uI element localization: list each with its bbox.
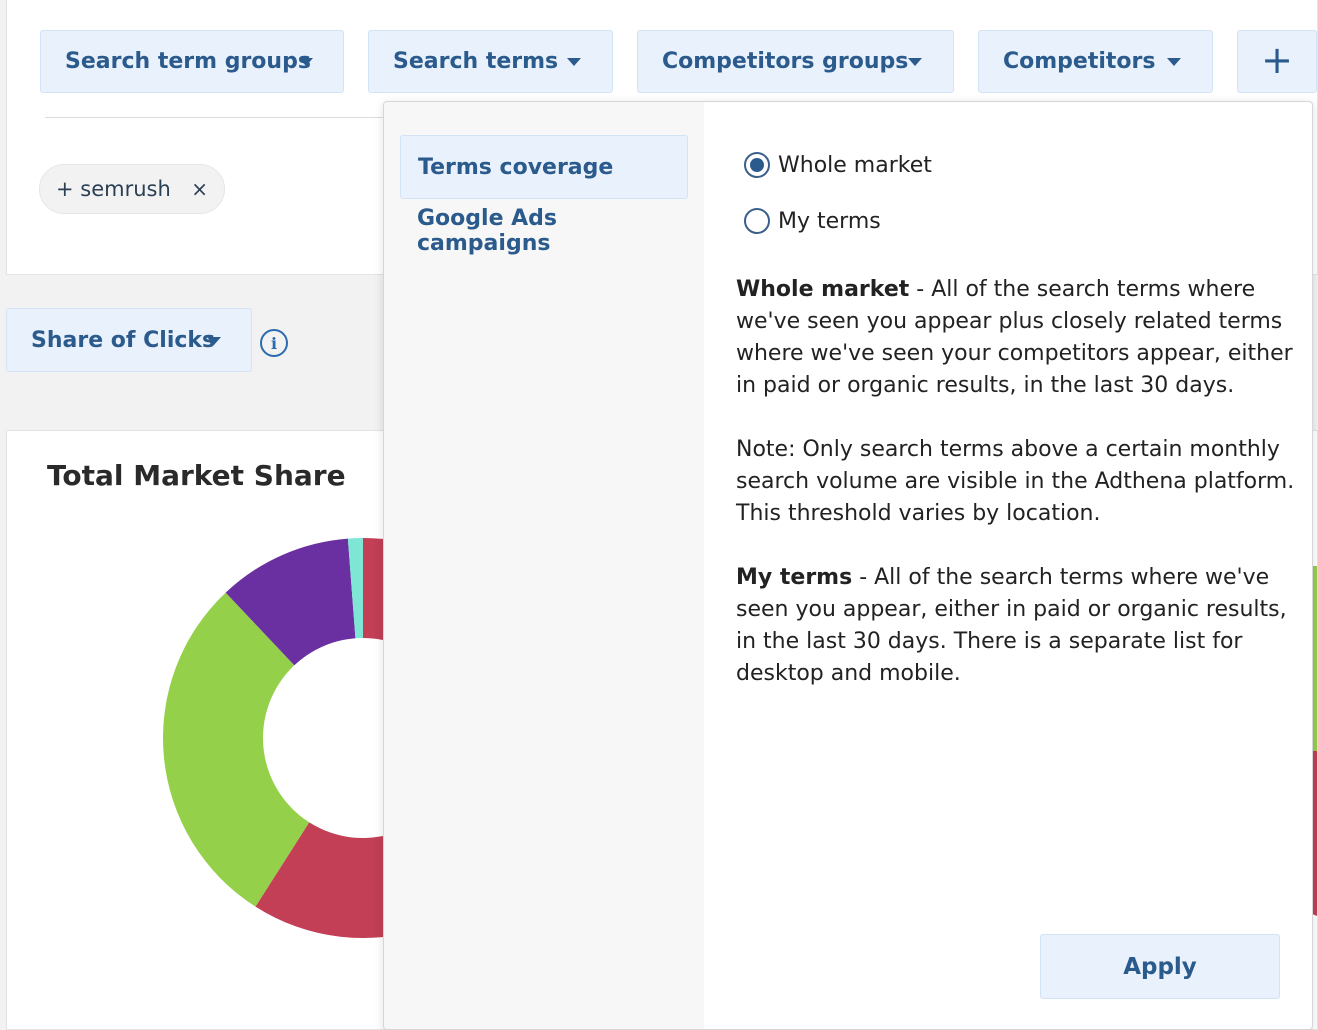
apply-button[interactable]: Apply — [1040, 934, 1280, 999]
chip-label: + semrush — [56, 177, 171, 201]
metric-dropdown[interactable]: Share of Clicks — [6, 308, 252, 372]
terms-coverage-dropdown: Terms coverage Google Ads campaigns Whol… — [383, 101, 1313, 1030]
radio-label: My terms — [778, 208, 881, 234]
chevron-down-icon — [908, 58, 922, 66]
divider — [45, 117, 405, 118]
radio-button[interactable] — [744, 208, 770, 234]
dropdown-menu: Terms coverage Google Ads campaigns — [384, 102, 704, 1029]
whole-market-description: Whole market - All of the search terms w… — [736, 274, 1296, 402]
filter-chip-semrush[interactable]: + semrush × — [39, 164, 225, 214]
description-term: My terms — [736, 565, 853, 590]
plus-icon: + — [1261, 37, 1293, 82]
radio-label: Whole market — [778, 152, 932, 178]
radio-whole-market[interactable]: Whole market — [744, 152, 932, 178]
competitors-dropdown[interactable]: Competitors — [978, 30, 1213, 93]
note-text: Note: Only search terms above a certain … — [736, 437, 1295, 526]
competitors-groups-dropdown[interactable]: Competitors groups — [637, 30, 954, 93]
close-icon[interactable]: × — [191, 177, 208, 201]
competitors-label: Competitors — [1003, 49, 1156, 74]
info-icon[interactable]: i — [260, 329, 288, 357]
description-term: Whole market — [736, 277, 910, 302]
dropdown-content: Whole market My terms Whole market - All… — [704, 102, 1312, 1029]
menu-item-label: Terms coverage — [418, 154, 614, 180]
menu-item-google-ads-campaigns[interactable]: Google Ads campaigns — [400, 199, 688, 263]
chevron-down-icon — [1167, 58, 1181, 66]
search-terms-dropdown[interactable]: Search terms — [368, 30, 613, 93]
apply-label: Apply — [1123, 953, 1197, 980]
search-term-groups-label: Search term groups — [65, 49, 311, 74]
description: Whole market - All of the search terms w… — [736, 274, 1296, 722]
search-term-groups-dropdown[interactable]: Search term groups — [40, 30, 344, 93]
menu-item-terms-coverage[interactable]: Terms coverage — [400, 135, 688, 199]
competitors-groups-label: Competitors groups — [662, 49, 909, 74]
chevron-down-icon — [207, 337, 221, 345]
chevron-down-icon — [567, 58, 581, 66]
chevron-down-icon — [299, 58, 313, 66]
my-terms-description: My terms - All of the search terms where… — [736, 562, 1296, 690]
menu-item-label: Google Ads campaigns — [417, 206, 558, 256]
add-filter-button[interactable]: + — [1237, 30, 1317, 93]
radio-dot — [750, 158, 764, 172]
search-terms-label: Search terms — [393, 49, 559, 74]
metric-label: Share of Clicks — [31, 327, 216, 353]
radio-button-selected[interactable] — [744, 152, 770, 178]
radio-my-terms[interactable]: My terms — [744, 208, 881, 234]
